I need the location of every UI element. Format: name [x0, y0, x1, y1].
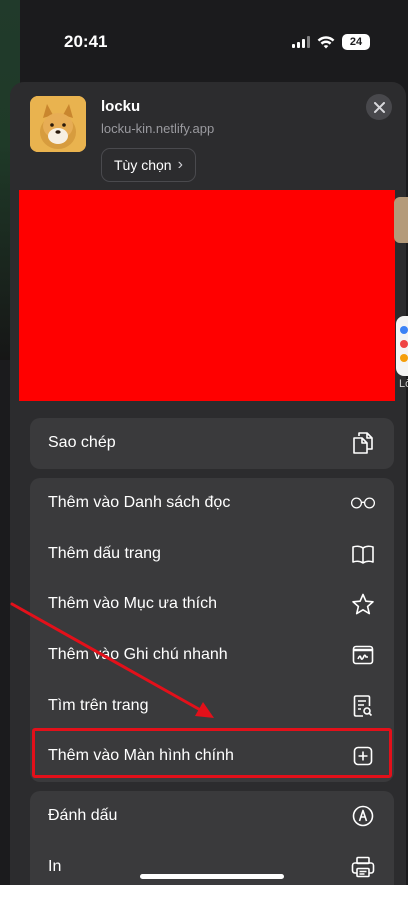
action-label: Thêm vào Ghi chú nhanh	[48, 646, 228, 664]
screen-edge-right	[408, 0, 412, 899]
action-label: Thêm dấu trang	[48, 544, 161, 562]
peek-dot-red	[400, 340, 408, 348]
action-label: Thêm vào Danh sách đọc	[48, 494, 231, 512]
peek-avatar	[394, 197, 408, 243]
home-indicator	[140, 874, 284, 879]
action-add-reading-list[interactable]: Thêm vào Danh sách đọc	[30, 478, 394, 529]
status-bar: 20:41 24	[0, 0, 408, 80]
action-group-copy: Sao chép	[30, 418, 394, 469]
action-label: Sao chép	[48, 434, 116, 452]
star-icon	[350, 591, 376, 617]
cellular-signal-icon	[292, 36, 310, 48]
peek-dot-blue	[400, 326, 408, 334]
redacted-share-targets	[19, 190, 395, 401]
glasses-icon	[350, 490, 376, 516]
action-find-on-page[interactable]: Tìm trên trang	[30, 680, 394, 731]
site-name: locku	[101, 98, 141, 115]
action-label: In	[48, 857, 62, 875]
status-icons: 24	[292, 34, 370, 50]
action-add-bookmark[interactable]: Thêm dấu trang	[30, 529, 394, 580]
wifi-icon	[317, 35, 335, 48]
action-label: Thêm vào Mục ưa thích	[48, 595, 217, 613]
action-group-main: Thêm vào Danh sách đọc Thêm dấu trang Th…	[30, 478, 394, 782]
markup-icon	[350, 803, 376, 829]
screen-edge-bottom	[0, 885, 412, 899]
shiba-dog-image	[30, 96, 86, 152]
quick-note-icon	[350, 642, 376, 668]
printer-icon	[350, 854, 376, 880]
share-sheet: locku locku-kin.netlify.app Tùy chọn › S…	[10, 82, 406, 899]
action-add-favorites[interactable]: Thêm vào Mục ưa thích	[30, 579, 394, 630]
copy-icon	[350, 430, 376, 456]
action-label: Đánh dấu	[48, 807, 118, 825]
action-label: Tìm trên trang	[48, 696, 149, 714]
find-in-page-icon	[350, 693, 376, 719]
book-icon	[350, 541, 376, 567]
phone-screen: 20:41 24 locku locku-kin.netlify.app Tùy…	[0, 0, 412, 899]
action-markup[interactable]: Đánh dấu	[30, 791, 394, 842]
chevron-right-icon: ›	[177, 156, 183, 173]
action-label: Thêm vào Màn hình chính	[48, 747, 234, 765]
site-thumbnail	[30, 96, 86, 152]
action-add-to-home-screen[interactable]: Thêm vào Màn hình chính	[30, 731, 394, 782]
action-copy[interactable]: Sao chép	[30, 418, 394, 469]
status-time: 20:41	[64, 32, 108, 51]
close-button[interactable]	[366, 94, 392, 120]
battery-icon: 24	[342, 34, 370, 50]
options-button[interactable]: Tùy chọn ›	[101, 148, 196, 182]
action-add-quick-note[interactable]: Thêm vào Ghi chú nhanh	[30, 630, 394, 681]
add-square-icon	[350, 743, 376, 769]
site-url: locku-kin.netlify.app	[101, 121, 215, 136]
peek-dot-orange	[400, 354, 408, 362]
options-label: Tùy chọn	[114, 157, 172, 173]
close-icon	[373, 101, 385, 113]
